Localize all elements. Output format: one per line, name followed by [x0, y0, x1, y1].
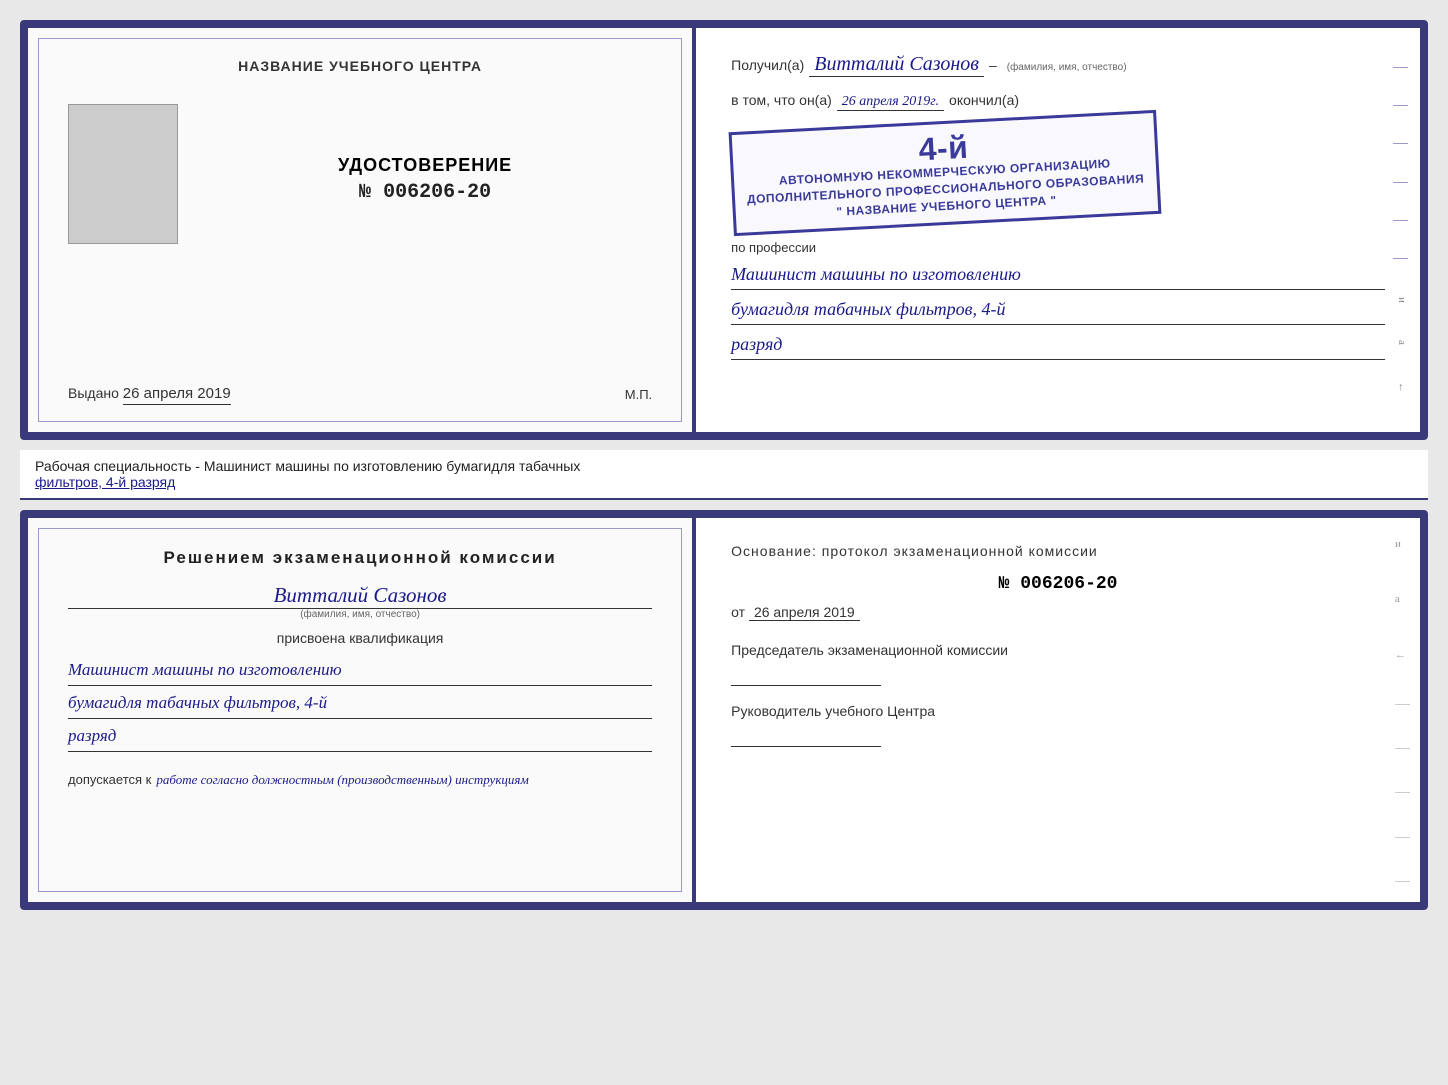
deco-dash-6 — [1393, 258, 1408, 259]
komissia-hint: (фамилия, имя, отчество) — [68, 609, 652, 620]
poluchil-line: Получил(а) Витталий Сазонов – (фамилия, … — [731, 53, 1385, 77]
top-certificate-spread: НАЗВАНИЕ УЧЕБНОГО ЦЕНТРА УДОСТОВЕРЕНИЕ №… — [20, 20, 1428, 440]
komissia-name: Витталий Сазонов — [68, 583, 652, 609]
deco-dash-3 — [1393, 143, 1408, 144]
bottom-certificate-spread: Решением экзаменационной комиссии Виттал… — [20, 510, 1428, 910]
rukovoditel-label: Руководитель учебного Центра — [731, 701, 1385, 722]
deco-line-3 — [1395, 792, 1410, 793]
okonchil-label: окончил(а) — [949, 92, 1019, 108]
middle-specialty-text: Рабочая специальность - Машинист машины … — [20, 450, 1428, 500]
cert-right-panel: Получил(а) Витталий Сазонов – (фамилия, … — [696, 28, 1420, 432]
poluchil-dash: – — [989, 57, 997, 73]
profession-line3: разряд — [731, 330, 1385, 360]
profession-line2: бумагидля табачных фильтров, 4-й — [731, 295, 1385, 325]
poluchil-prefix: Получил(а) — [731, 57, 804, 73]
udost-title: УДОСТОВЕРЕНИЕ — [198, 155, 652, 176]
predsedatel-section: Председатель экзаменационной комиссии — [731, 640, 1385, 686]
name-hint: (фамилия, имя, отчество) — [1007, 62, 1127, 73]
right-edge-left: ← — [1393, 382, 1408, 393]
udost-section: УДОСТОВЕРЕНИЕ № 006206-20 — [68, 104, 652, 254]
predsedatel-label: Председатель экзаменационной комиссии — [731, 640, 1385, 661]
rukovoditel-signature-line — [731, 727, 881, 747]
deco-line-1 — [1395, 704, 1410, 705]
dopuskaetsya-section: допускается к работе согласно должностны… — [68, 772, 652, 788]
bottom-left-panel: Решением экзаменационной комиссии Виттал… — [28, 518, 696, 902]
left-top-section: НАЗВАНИЕ УЧЕБНОГО ЦЕНТРА УДОСТОВЕРЕНИЕ №… — [68, 58, 652, 254]
udost-number: № 006206-20 — [198, 181, 652, 204]
bottom-prof-line1: Машинист машины по изготовлению — [68, 656, 652, 686]
vydano-line: Выдано 26 апреля 2019 — [68, 385, 231, 402]
mp-label: М.П. — [625, 387, 652, 402]
bottom-prof-line3: разряд — [68, 722, 652, 752]
bottom-prof-line2: бумагидля табачных фильтров, 4-й — [68, 689, 652, 719]
middle-text-underline: фильтров, 4-й разряд — [35, 474, 175, 490]
cert-left-panel: НАЗВАНИЕ УЧЕБНОГО ЦЕНТРА УДОСТОВЕРЕНИЕ №… — [28, 28, 696, 432]
center-title: НАЗВАНИЕ УЧЕБНОГО ЦЕНТРА — [68, 58, 652, 74]
page-wrapper: НАЗВАНИЕ УЧЕБНОГО ЦЕНТРА УДОСТОВЕРЕНИЕ №… — [20, 20, 1428, 910]
vtom-line: в том, что он(а) 26 апреля 2019г. окончи… — [731, 92, 1385, 111]
photo-placeholder — [68, 104, 178, 244]
dopuskaetsya-text: работе согласно должностным (производств… — [156, 772, 528, 788]
bottom-right-deco: и а ← — [1395, 538, 1410, 882]
deco-dash-4 — [1393, 182, 1408, 183]
vtom-prefix: в том, что он(а) — [731, 92, 832, 108]
deco-И: и — [1395, 538, 1410, 550]
stamp-box: 4-й АВТОНОМНУЮ НЕКОММЕРЧЕСКУЮ ОРГАНИЗАЦИ… — [729, 110, 1161, 237]
ot-date-value: 26 апреля 2019 — [749, 604, 860, 621]
vydano-date: 26 апреля 2019 — [123, 385, 231, 405]
stamp-container: 4-й АВТОНОМНУЮ НЕКОММЕРЧЕСКУЮ ОРГАНИЗАЦИ… — [731, 121, 1385, 225]
komissia-title: Решением экзаменационной комиссии — [68, 548, 652, 568]
predsedatel-signature-line — [731, 666, 881, 686]
recipient-name: Витталий Сазонов — [809, 53, 984, 77]
deco-line-4 — [1395, 837, 1410, 838]
rukovoditel-section: Руководитель учебного Центра — [731, 701, 1385, 747]
right-decorative-lines: и а ← — [1393, 48, 1408, 412]
vydano-label: Выдано — [68, 385, 119, 401]
right-edge-а: а — [1393, 340, 1408, 345]
deco-dash-1 — [1393, 67, 1408, 68]
udost-text-block: УДОСТОВЕРЕНИЕ № 006206-20 — [198, 155, 652, 204]
deco-arrow: ← — [1395, 649, 1410, 661]
graduation-date: 26 апреля 2019г. — [837, 94, 944, 111]
po-professii-label: по профессии — [731, 240, 1385, 255]
prisvoena-label: присвоена квалификация — [68, 630, 652, 646]
right-edge-И: и — [1393, 297, 1408, 303]
deco-dash-2 — [1393, 105, 1408, 106]
bottom-right-panel: Основание: протокол экзаменационной коми… — [696, 518, 1420, 902]
ot-prefix: от — [731, 604, 745, 620]
osnovanie-title: Основание: протокол экзаменационной коми… — [731, 543, 1385, 559]
deco-а: а — [1395, 593, 1410, 605]
middle-text-prefix: Рабочая специальность - Машинист машины … — [35, 458, 580, 474]
dopuskaetsya-label: допускается к — [68, 772, 151, 787]
deco-line-5 — [1395, 881, 1410, 882]
mp-section: Выдано 26 апреля 2019 М.П. — [68, 385, 652, 402]
profession-line1: Машинист машины по изготовлению — [731, 260, 1385, 290]
ot-date-line: от 26 апреля 2019 — [731, 604, 1385, 620]
deco-line-2 — [1395, 748, 1410, 749]
deco-dash-5 — [1393, 220, 1408, 221]
proto-number: № 006206-20 — [731, 574, 1385, 594]
